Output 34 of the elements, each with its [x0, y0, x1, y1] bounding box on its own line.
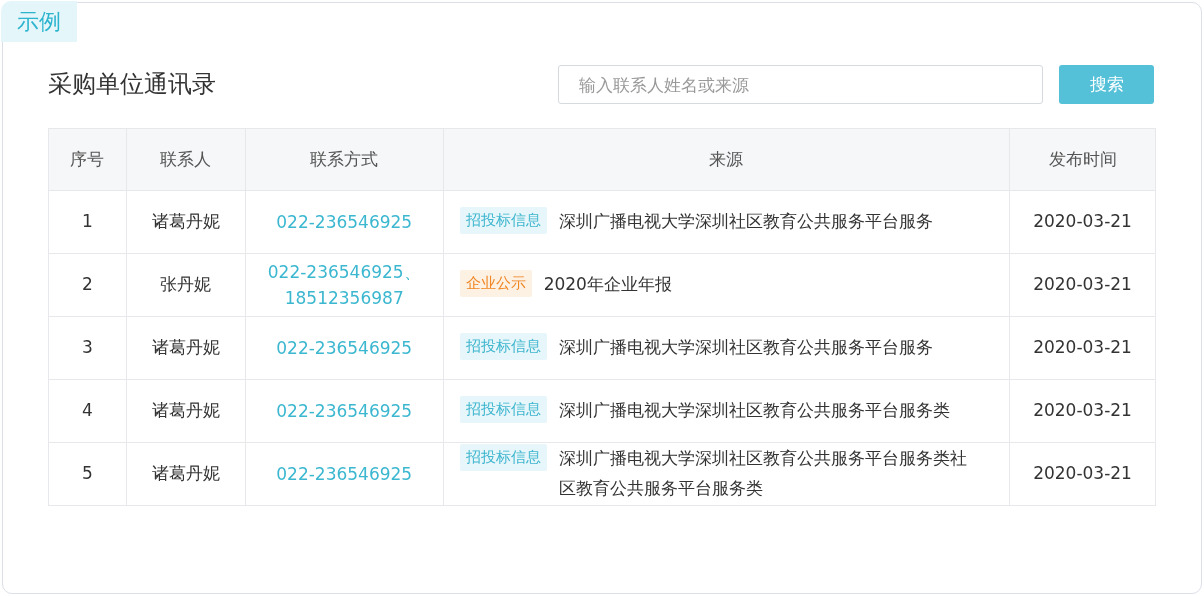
source-tag: 招投标信息 — [459, 444, 547, 471]
table-cell: 诸葛丹妮 — [126, 190, 246, 254]
table-cell: 诸葛丹妮 — [126, 442, 246, 506]
source-text: 深圳广播电视大学深圳社区教育公共服务平台服务 — [558, 210, 933, 234]
table-cell: 3 — [48, 316, 127, 380]
source-text: 深圳广播电视大学深圳社区教育公共服务平台服务类社区教育公共服务平台服务类 — [558, 447, 968, 500]
table-cell: 1 — [48, 190, 127, 254]
column-header: 来源 — [443, 128, 1010, 191]
table-cell: 2020-03-21 — [1009, 253, 1156, 317]
source-text: 2020年企业年报 — [543, 273, 672, 297]
page-title: 采购单位通讯录 — [48, 70, 216, 99]
source-tag: 招投标信息 — [459, 333, 547, 360]
column-header: 联系人 — [126, 128, 246, 191]
table-cell: 2020-03-21 — [1009, 190, 1156, 254]
table-cell: 4 — [48, 379, 127, 443]
table-cell: 诸葛丹妮 — [126, 379, 246, 443]
table-cell: 5 — [48, 442, 127, 506]
source-tag: 企业公示 — [459, 270, 532, 297]
source-text: 深圳广播电视大学深圳社区教育公共服务平台服务类 — [558, 399, 950, 423]
search-field[interactable]: 输入联系人姓名或来源 — [558, 65, 1043, 104]
table-cell: 2 — [48, 253, 127, 317]
source-tag: 招投标信息 — [459, 207, 547, 234]
source-text: 深圳广播电视大学深圳社区教育公共服务平台服务 — [558, 336, 933, 360]
source-tag: 招投标信息 — [459, 396, 547, 423]
table-cell: 张丹妮 — [126, 253, 246, 317]
table-cell: 诸葛丹妮 — [126, 316, 246, 380]
column-header: 联系方式 — [245, 128, 444, 191]
table-cell: 2020-03-21 — [1009, 316, 1156, 380]
search-button[interactable]: 搜索 — [1059, 65, 1154, 104]
table-cell: 2020-03-21 — [1009, 379, 1156, 443]
corner-label: 示例 — [1, 1, 77, 42]
column-header: 发布时间 — [1009, 128, 1156, 191]
table-cell: 2020-03-21 — [1009, 442, 1156, 506]
column-header: 序号 — [48, 128, 127, 191]
